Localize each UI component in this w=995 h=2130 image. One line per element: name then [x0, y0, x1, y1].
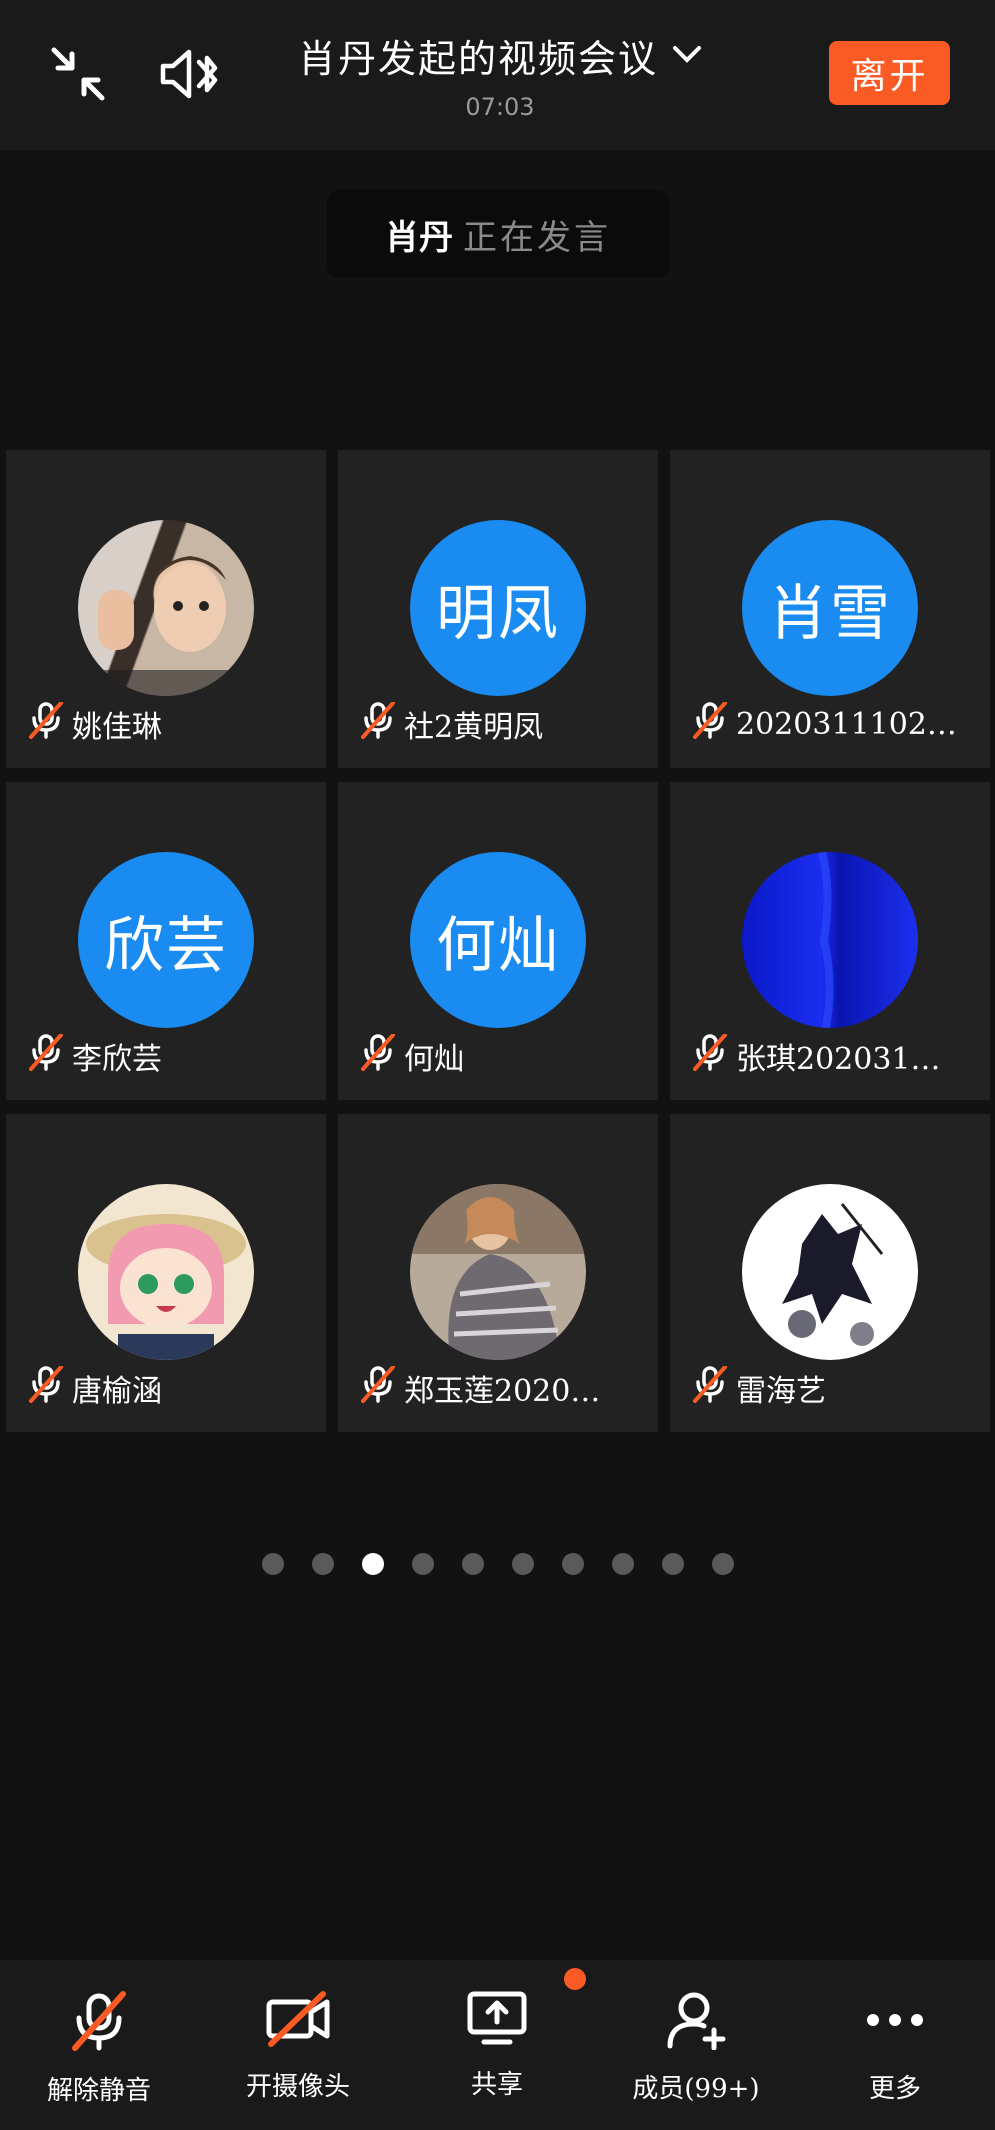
members-label: 成员(99+) [632, 2074, 760, 2104]
bottom-toolbar: 解除静音 开摄像头 共享 成员(99+) 更多 [0, 1960, 995, 2130]
page-dot[interactable] [461, 1553, 484, 1575]
participant-tile[interactable]: 雷海艺 [670, 1114, 990, 1432]
avatar [78, 520, 254, 696]
page-dot[interactable] [611, 1553, 634, 1575]
mic-muted-icon [692, 1366, 728, 1410]
participant-label: 雷海艺 [692, 1366, 978, 1410]
more-label: 更多 [868, 2074, 921, 2104]
participant-label: 唐榆涵 [28, 1366, 314, 1410]
mic-muted-icon [360, 1034, 396, 1078]
avatar: 何灿 [410, 852, 586, 1028]
participant-tile[interactable]: 郑玉莲2020… [338, 1114, 658, 1432]
more-icon [863, 1990, 927, 2054]
members-button[interactable]: 成员(99+) [611, 1990, 781, 2105]
participant-tile[interactable]: 张琪202031… [670, 782, 990, 1100]
mic-muted-icon [692, 1034, 728, 1078]
participant-tile[interactable]: 姚佳琳 [6, 450, 326, 768]
mic-muted-icon [28, 702, 64, 746]
participant-tile[interactable]: 唐榆涵 [6, 1114, 326, 1432]
top-bar: 肖丹发起的视频会议 07:03 离开 [0, 0, 995, 150]
participant-tile[interactable]: 肖雪 2020311102… [670, 450, 990, 768]
speaker-bluetooth-icon[interactable] [152, 38, 232, 110]
participant-label: 何灿 [360, 1034, 646, 1078]
participant-tile[interactable]: 欣芸 李欣芸 [6, 782, 326, 1100]
meeting-timer: 07:03 [465, 93, 535, 121]
page-dot[interactable] [411, 1553, 434, 1575]
page-indicator [0, 1553, 995, 1575]
mic-muted-icon [360, 702, 396, 746]
page-dot[interactable] [711, 1553, 734, 1575]
mic-muted-icon [69, 1990, 129, 2056]
participant-label: 郑玉莲2020… [360, 1366, 646, 1410]
page-dot[interactable] [511, 1553, 534, 1575]
mic-muted-icon [692, 702, 728, 746]
page-dot[interactable] [661, 1553, 684, 1575]
participant-label: 2020311102… [692, 702, 978, 746]
participant-name: 何灿 [404, 1042, 464, 1077]
share-label: 共享 [470, 2070, 523, 2100]
camera-off-icon [265, 1990, 331, 2052]
participant-name: 社2黄明凤 [404, 710, 544, 745]
share-screen-icon [466, 1990, 528, 2050]
collapse-icon[interactable] [42, 38, 114, 110]
page-dot[interactable] [261, 1553, 284, 1575]
participant-name: 唐榆涵 [72, 1374, 162, 1409]
unmute-label: 解除静音 [46, 2076, 151, 2106]
more-button[interactable]: 更多 [810, 1990, 980, 2105]
camera-button[interactable]: 开摄像头 [213, 1990, 383, 2103]
participant-label: 李欣芸 [28, 1034, 314, 1078]
mic-muted-icon [360, 1366, 396, 1410]
mic-muted-icon [28, 1034, 64, 1078]
page-dot[interactable] [561, 1553, 584, 1575]
participant-name: 郑玉莲2020… [404, 1374, 601, 1409]
participant-label: 姚佳琳 [28, 702, 314, 746]
avatar [78, 1184, 254, 1360]
mic-muted-icon [28, 1366, 64, 1410]
meeting-title: 肖丹发起的视频会议 [297, 37, 658, 81]
avatar [742, 1184, 918, 1360]
participant-name: 姚佳琳 [72, 710, 162, 745]
page-dot[interactable] [311, 1553, 334, 1575]
speaking-indicator: 肖丹 正在发言 [327, 190, 669, 278]
participant-name: 雷海艺 [736, 1374, 826, 1409]
meeting-title-area[interactable]: 肖丹发起的视频会议 07:03 [250, 28, 750, 121]
avatar [742, 852, 918, 1028]
participant-name: 李欣芸 [72, 1042, 162, 1077]
page-dot[interactable] [361, 1553, 384, 1575]
avatar: 明凤 [410, 520, 586, 696]
leave-button[interactable]: 离开 [829, 41, 950, 105]
share-button[interactable]: 共享 [412, 1990, 582, 2101]
participant-tile[interactable]: 何灿 何灿 [338, 782, 658, 1100]
participant-label: 张琪202031… [692, 1034, 978, 1078]
participant-name: 2020311102… [736, 706, 957, 742]
camera-label: 开摄像头 [245, 2072, 350, 2102]
add-member-icon [664, 1990, 728, 2054]
speaking-status: 正在发言 [463, 217, 611, 258]
avatar [410, 1184, 586, 1360]
chevron-down-icon[interactable] [672, 44, 702, 68]
avatar: 欣芸 [78, 852, 254, 1028]
participant-name: 张琪202031… [736, 1042, 941, 1077]
speaker-name: 肖丹 [385, 217, 453, 258]
participant-label: 社2黄明凤 [360, 702, 646, 746]
participant-tile[interactable]: 明凤 社2黄明凤 [338, 450, 658, 768]
notification-dot [564, 1968, 586, 1990]
unmute-button[interactable]: 解除静音 [14, 1990, 184, 2107]
avatar: 肖雪 [742, 520, 918, 696]
